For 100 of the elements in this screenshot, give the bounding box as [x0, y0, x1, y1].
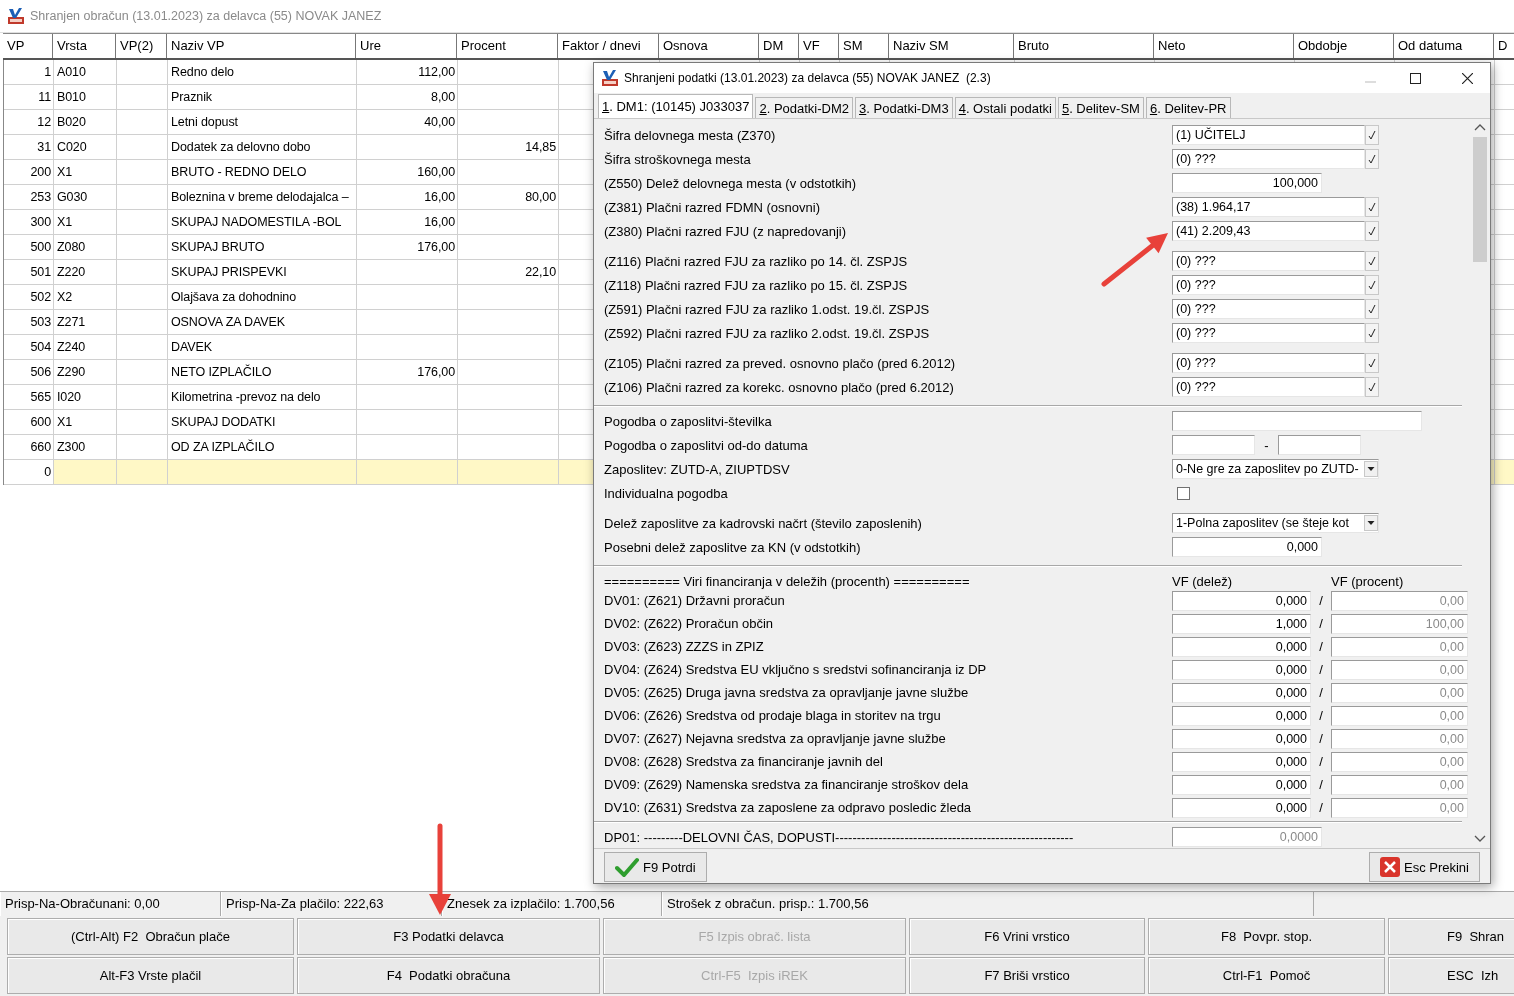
- tab[interactable]: 4. Ostali podatki: [954, 97, 1056, 118]
- column-header: DM: [759, 34, 799, 58]
- check-button[interactable]: [1365, 275, 1379, 295]
- number-field[interactable]: 0,00: [1331, 682, 1468, 703]
- table-cell: 16,00: [357, 185, 458, 210]
- number-field[interactable]: 0,00: [1331, 636, 1468, 657]
- checkbox[interactable]: [1177, 486, 1190, 500]
- table-cell: Praznik: [168, 85, 357, 110]
- lookup-field[interactable]: (0) ???: [1172, 275, 1365, 295]
- table-cell: 112,00: [357, 60, 458, 85]
- checkmark-icon: [1368, 256, 1376, 266]
- tab[interactable]: 2. Podatki-DM2: [755, 97, 854, 118]
- column-header: Obdobje: [1294, 34, 1394, 58]
- check-button[interactable]: [1365, 299, 1379, 319]
- function-button[interactable]: F9 Shran: [1388, 918, 1514, 955]
- checkmark-icon: [615, 857, 639, 877]
- number-field[interactable]: 0,00: [1331, 797, 1468, 818]
- check-button[interactable]: [1365, 221, 1379, 241]
- checkmark-icon: [1368, 358, 1376, 368]
- dropdown[interactable]: 0-Ne gre za zaposlitev po ZUTD-: [1172, 459, 1379, 479]
- date-field[interactable]: [1278, 435, 1361, 455]
- check-button[interactable]: [1365, 125, 1379, 145]
- function-button[interactable]: F6 Vrini vrstico: [909, 918, 1145, 955]
- number-field[interactable]: 0,000: [1172, 797, 1311, 818]
- table-cell: [117, 210, 168, 235]
- number-field[interactable]: 0,00: [1331, 590, 1468, 611]
- maximize-icon[interactable]: [1410, 72, 1421, 84]
- check-button[interactable]: [1365, 353, 1379, 373]
- number-field[interactable]: 0,000: [1172, 659, 1311, 680]
- number-field[interactable]: 1,000: [1172, 613, 1311, 634]
- number-field[interactable]: 0,000: [1172, 774, 1311, 795]
- field-label: (Z591) Plačni razred FJU za razliko 1.odst. 19.čl. ZSPJS: [604, 301, 931, 317]
- lookup-field[interactable]: (0) ???: [1172, 377, 1365, 397]
- function-button[interactable]: ESC Izh: [1388, 957, 1514, 994]
- dropdown[interactable]: 1-Polna zaposlitev (se šteje kot: [1172, 513, 1379, 533]
- lookup-field[interactable]: (1) UČITELJ: [1172, 125, 1365, 145]
- function-button[interactable]: (Ctrl-Alt) F2 Obračun plače: [7, 918, 294, 955]
- annotation-arrow: [1101, 233, 1168, 287]
- lookup-field[interactable]: (0) ???: [1172, 323, 1365, 343]
- number-field[interactable]: 0,00: [1331, 659, 1468, 680]
- number-field[interactable]: 0,000: [1172, 636, 1311, 657]
- date-field[interactable]: [1172, 435, 1255, 455]
- number-field[interactable]: 0,0000: [1172, 827, 1322, 847]
- check-button[interactable]: [1365, 149, 1379, 169]
- number-field[interactable]: 0,00: [1331, 774, 1468, 795]
- number-field[interactable]: 0,000: [1172, 537, 1322, 557]
- lookup-field[interactable]: (0) ???: [1172, 149, 1365, 169]
- column-header: Osnova: [659, 34, 759, 58]
- field-label: (Z550) Delež delovnega mesta (v odstotkih): [604, 175, 858, 191]
- lookup-field[interactable]: (0) ???: [1172, 353, 1365, 373]
- column-header: D: [1494, 34, 1514, 58]
- function-button[interactable]: F3 Podatki delavca: [297, 918, 600, 955]
- check-button[interactable]: [1365, 197, 1379, 217]
- lookup-field[interactable]: (0) ???: [1172, 251, 1365, 271]
- number-field[interactable]: 0,000: [1172, 728, 1311, 749]
- table-cell: X2: [54, 285, 117, 310]
- lookup-field[interactable]: (41) 2.209,43: [1172, 221, 1365, 241]
- number-field[interactable]: 0,00: [1331, 728, 1468, 749]
- tab[interactable]: 6. Delitev-PR: [1145, 97, 1231, 118]
- number-field[interactable]: 0,000: [1172, 682, 1311, 703]
- table-cell: 176,00: [357, 235, 458, 260]
- table-cell: B020: [54, 110, 117, 135]
- field-label: (Z118) Plačni razred FJU za razliko po 15. čl. ZSPJS: [604, 277, 909, 293]
- table-cell: SKUPAJ DODATKI: [168, 410, 357, 435]
- tab[interactable]: 3. Podatki-DM3: [855, 97, 953, 118]
- cancel-button[interactable]: Esc Prekini: [1368, 852, 1480, 882]
- function-button[interactable]: Ctrl-F1 Pomoč: [1148, 957, 1385, 994]
- table-cell: Z220: [54, 260, 117, 285]
- checkmark-icon: [1368, 382, 1376, 392]
- table-cell: 500: [4, 235, 54, 260]
- number-field[interactable]: 0,000: [1172, 590, 1311, 611]
- check-button[interactable]: [1365, 377, 1379, 397]
- table-cell: 565: [4, 385, 54, 410]
- slash-text: /: [1318, 708, 1324, 723]
- number-field[interactable]: 100,000: [1172, 173, 1322, 193]
- lookup-field[interactable]: (0) ???: [1172, 299, 1365, 319]
- slash-text: /: [1318, 616, 1324, 631]
- number-field[interactable]: 0,000: [1172, 705, 1311, 726]
- function-button[interactable]: F7 Briši vrstico: [909, 957, 1145, 994]
- check-button[interactable]: [1365, 251, 1379, 271]
- tab[interactable]: 1. DM1: (10145) J033037: [598, 94, 754, 118]
- function-button[interactable]: Alt-F3 Vrste plačil: [7, 957, 294, 994]
- app-logo-icon: [602, 70, 618, 86]
- number-field[interactable]: 0,00: [1331, 705, 1468, 726]
- lookup-field[interactable]: (38) 1.964,17: [1172, 197, 1365, 217]
- function-button[interactable]: F8 Povpr. stop.: [1148, 918, 1385, 955]
- scrollbar-thumb[interactable]: [1473, 137, 1487, 262]
- number-field[interactable]: 0,000: [1172, 751, 1311, 772]
- tab[interactable]: 5. Delitev-SM: [1057, 97, 1144, 118]
- confirm-button[interactable]: F9 Potrdi: [604, 852, 707, 882]
- field-label: Individualna pogodba: [604, 485, 729, 501]
- table-cell: 501: [4, 260, 54, 285]
- table-cell: B010: [54, 85, 117, 110]
- column-header: Od datuma: [1394, 34, 1494, 58]
- number-field[interactable]: 100,00: [1331, 613, 1468, 634]
- text-field[interactable]: [1172, 411, 1422, 431]
- number-field[interactable]: 0,00: [1331, 751, 1468, 772]
- function-button[interactable]: F4 Podatki obračuna: [297, 957, 600, 994]
- check-button[interactable]: [1365, 323, 1379, 343]
- close-icon[interactable]: [1462, 72, 1473, 84]
